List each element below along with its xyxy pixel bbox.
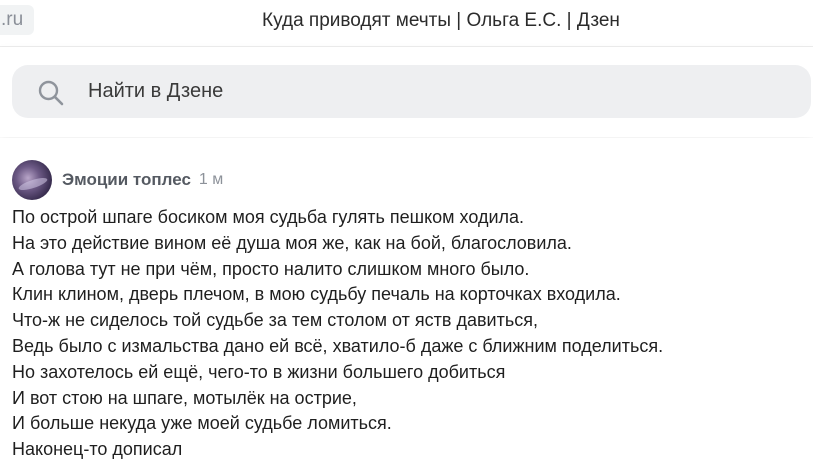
post-line: Клин клином, дверь плечом, в мою судьбу … xyxy=(12,284,621,305)
post-line: Ведь было с измальства дано ей всё, хват… xyxy=(12,335,664,356)
post-line: Что-ж не сиделось той судьбе за тем стол… xyxy=(12,310,538,331)
post-line: А голова тут не при чём, просто налито с… xyxy=(12,258,530,279)
post-line: И вот стою на шпаге, мотылёк на острие, xyxy=(12,387,357,408)
author-row: Эмоции топлес 1 м xyxy=(12,159,223,201)
post-line: Но захотелось ей ещё, чего-то в жизни бо… xyxy=(12,361,506,382)
post-line: И больше некуда уже моей судьбе ломиться… xyxy=(12,413,392,434)
post-line: По острой шпаге босиком моя судьба гулят… xyxy=(12,207,525,227)
post-age: 1 м xyxy=(198,171,224,188)
post-line: На это действие вином её душа моя же, ка… xyxy=(12,232,572,253)
post-text: По острой шпаге босиком моя судьба гулят… xyxy=(12,205,802,463)
search-input[interactable] xyxy=(88,65,788,118)
search-box[interactable] xyxy=(12,65,811,118)
post-line: Наконец-то дописал xyxy=(12,439,183,460)
author-name[interactable]: Эмоции топлес xyxy=(62,170,191,190)
page-title: Куда приводят мечты | Ольга Е.С. | Дзен xyxy=(262,10,620,31)
search-icon[interactable] xyxy=(37,79,65,107)
avatar[interactable] xyxy=(12,160,52,200)
post-card: Эмоции топлес 1 м По острой шпаге босико… xyxy=(0,138,813,459)
search-zone xyxy=(0,47,813,137)
top-bar: .ru Куда приводят мечты | Ольга Е.С. | Д… xyxy=(0,0,813,47)
